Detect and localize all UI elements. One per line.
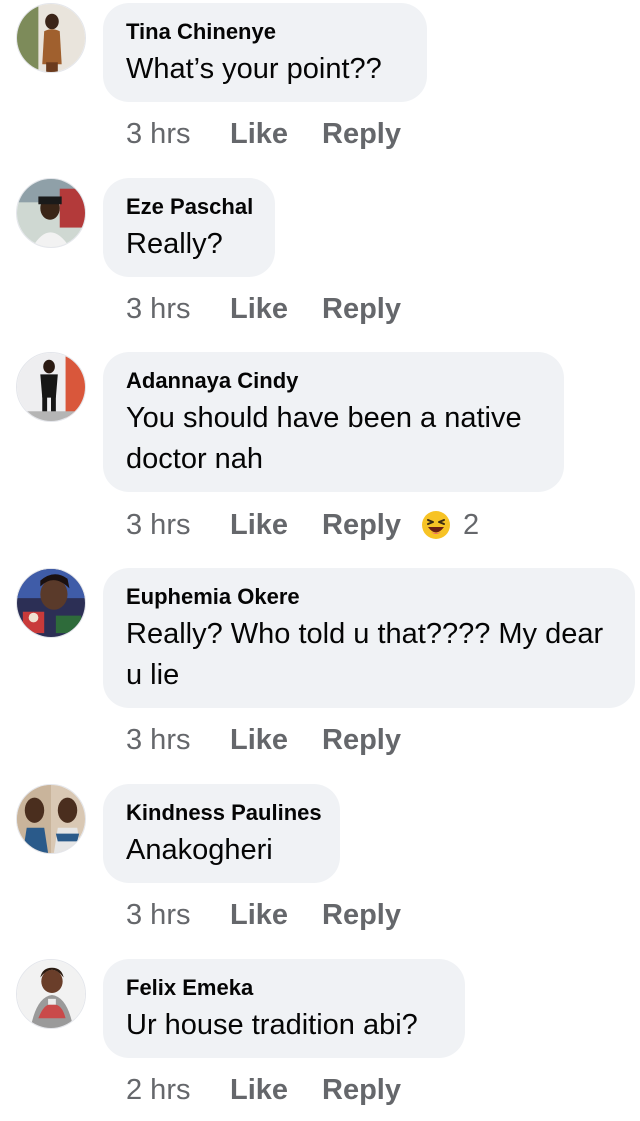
avatar[interactable]: [16, 178, 86, 248]
comment-text: Really? Who told u that???? My dear u li…: [126, 618, 604, 691]
comment-author[interactable]: Tina Chinenye: [126, 19, 403, 45]
comment-text: What’s your point??: [126, 53, 382, 85]
comment-actions: 3 hrs Like Reply: [126, 114, 401, 154]
reply-button[interactable]: Reply: [322, 118, 401, 151]
avatar[interactable]: [16, 784, 86, 854]
reply-button[interactable]: Reply: [322, 293, 401, 326]
comment-timestamp[interactable]: 2 hrs: [126, 1074, 230, 1107]
comment-author[interactable]: Felix Emeka: [126, 975, 441, 1001]
like-button[interactable]: Like: [230, 509, 322, 542]
avatar[interactable]: [16, 3, 86, 73]
comment-author[interactable]: Kindness Paulines: [126, 800, 322, 826]
comment-bubble: Adannaya Cindy You should have been a na…: [103, 352, 564, 492]
like-button[interactable]: Like: [230, 899, 322, 932]
comment-text: You should have been a native doctor nah: [126, 402, 522, 475]
comment-text: Ur house tradition abi?: [126, 1009, 418, 1041]
reply-button[interactable]: Reply: [322, 509, 401, 542]
avatar[interactable]: [16, 959, 86, 1029]
comment-text: Really?: [126, 228, 223, 260]
comment-timestamp[interactable]: 3 hrs: [126, 724, 230, 757]
comment-bubble: Kindness Paulines Anakogheri: [103, 784, 340, 883]
comment-author[interactable]: Euphemia Okere: [126, 584, 611, 610]
comment-bubble: Euphemia Okere Really? Who told u that??…: [103, 568, 635, 708]
avatar[interactable]: [16, 352, 86, 422]
reply-button[interactable]: Reply: [322, 1074, 401, 1107]
reply-button[interactable]: Reply: [322, 899, 401, 932]
comment-actions: 2 hrs Like Reply: [126, 1070, 401, 1110]
comment-timestamp[interactable]: 3 hrs: [126, 509, 230, 542]
comment-actions: 3 hrs Like Reply: [126, 289, 401, 329]
comment-timestamp[interactable]: 3 hrs: [126, 118, 230, 151]
reaction-count: 2: [462, 508, 480, 541]
comment-actions: 3 hrs Like Reply 2: [126, 505, 479, 545]
comment-bubble: Tina Chinenye What’s your point??: [103, 3, 427, 102]
laughing-emoji-icon: [421, 511, 450, 539]
reaction-summary[interactable]: 2: [421, 509, 479, 542]
comment-author[interactable]: Adannaya Cindy: [126, 368, 540, 394]
comment-author[interactable]: Eze Paschal: [126, 194, 253, 220]
reply-button[interactable]: Reply: [322, 724, 401, 757]
comment-actions: 3 hrs Like Reply: [126, 720, 401, 760]
comment-bubble: Felix Emeka Ur house tradition abi?: [103, 959, 465, 1058]
comment-text: Anakogheri: [126, 834, 273, 866]
like-button[interactable]: Like: [230, 118, 322, 151]
like-button[interactable]: Like: [230, 724, 322, 757]
comment-timestamp[interactable]: 3 hrs: [126, 899, 230, 932]
comment-actions: 3 hrs Like Reply: [126, 895, 401, 935]
comment-bubble: Eze Paschal Really?: [103, 178, 275, 277]
avatar[interactable]: [16, 568, 86, 638]
comment-timestamp[interactable]: 3 hrs: [126, 293, 230, 326]
like-button[interactable]: Like: [230, 1074, 322, 1107]
like-button[interactable]: Like: [230, 293, 322, 326]
